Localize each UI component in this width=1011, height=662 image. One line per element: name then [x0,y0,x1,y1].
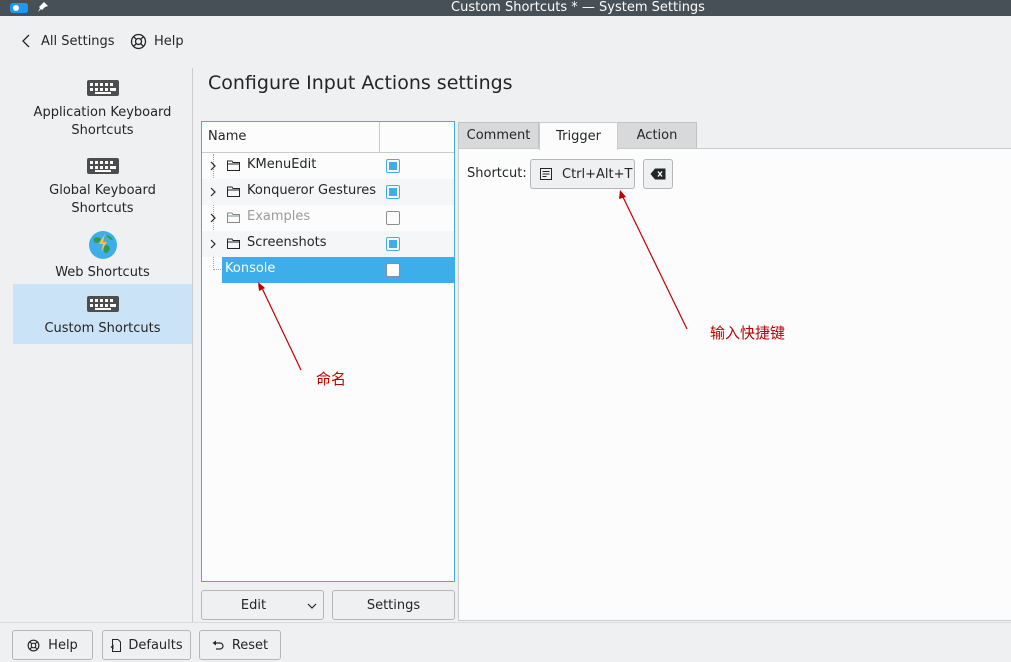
chevron-right-icon[interactable] [209,238,217,250]
enabled-checkbox[interactable] [386,185,400,199]
defaults-button[interactable]: Defaults [102,630,191,660]
shortcut-value: Ctrl+Alt+T [562,166,633,182]
chevron-left-icon [22,34,30,48]
tab-label: Trigger [556,129,601,144]
chevron-down-icon [307,603,317,609]
help-lifebuoy-icon [130,33,147,49]
folder-icon [227,238,240,249]
backspace-icon [650,168,666,180]
keyboard-icon [86,80,119,96]
keyboard-shortcut-icon [540,168,552,180]
document-revert-icon [110,638,122,652]
defaults-button-label: Defaults [128,637,183,653]
tree-row-examples[interactable]: Examples [202,205,454,231]
sidebar: Application Keyboard Shortcuts Global Ke… [13,68,193,348]
edit-button-label: Edit [240,597,267,613]
sidebar-item-custom-shortcuts[interactable]: Custom Shortcuts [13,284,192,344]
enabled-checkbox[interactable] [386,159,400,173]
undo-icon [212,640,224,650]
globe-icon [88,231,117,259]
folder-icon [227,160,240,171]
chevron-right-icon[interactable] [209,160,217,172]
tree-row-label: Konqueror Gestures [247,183,377,198]
help-lifebuoy-icon [27,639,40,651]
tab-label: Action [636,128,678,143]
sidebar-item-label: Custom Shortcuts [44,321,161,336]
tree-header: Name [202,122,454,153]
page-title: Configure Input Actions settings [208,72,513,94]
enabled-checkbox[interactable] [386,263,400,277]
tab-trigger[interactable]: Trigger [539,122,618,150]
annotation-arrow-shortcut [619,190,688,330]
settings-button-label: Settings [366,597,421,613]
clear-shortcut-button[interactable] [643,159,673,189]
folder-icon [227,212,240,223]
tree-row-label: Screenshots [247,235,327,250]
reset-button-label: Reset [231,637,269,653]
sidebar-item-label: Web Shortcuts [55,265,150,280]
tab-comment[interactable]: Comment [458,122,539,149]
footer-divider [0,622,1011,623]
annotation-arrow-name [258,282,302,371]
title-bar: Custom Shortcuts * — System Settings [0,0,1011,16]
shortcut-label: Shortcut: [467,166,527,181]
enabled-checkbox[interactable] [386,211,400,225]
sidebar-item-application-keyboard-shortcuts[interactable]: Application Keyboard Shortcuts [13,78,192,148]
all-settings-button[interactable]: All Settings [20,24,115,58]
chevron-right-icon[interactable] [209,186,217,198]
edit-dropdown-button[interactable]: Edit [201,590,324,620]
column-header-name[interactable]: Name [208,129,246,144]
sidebar-item-label: Application Keyboard [33,105,172,120]
all-settings-label: All Settings [41,33,115,49]
tree-row-kmenuedit[interactable]: KMenuEdit [202,153,454,179]
help-nav-button[interactable]: Help [130,24,184,58]
folder-icon [227,186,240,197]
sidebar-divider [192,68,193,623]
keyboard-icon [86,158,119,174]
reset-button[interactable]: Reset [199,630,281,660]
tree-row-label: Konsole [225,261,276,276]
tab-action[interactable]: Action [617,122,697,149]
tab-label: Comment [466,128,531,143]
tree-row-label: KMenuEdit [247,157,317,172]
window-title: Custom Shortcuts * — System Settings [451,0,705,15]
actions-tree[interactable]: Name KMenuEdit Konqueror Gestures Exampl… [201,121,455,582]
sidebar-item-label: Shortcuts [71,201,134,216]
tree-row-label: Examples [247,209,311,224]
tree-row-konqueror-gestures[interactable]: Konqueror Gestures [202,179,454,205]
keyboard-icon [86,296,119,312]
help-nav-label: Help [154,33,184,49]
help-button[interactable]: Help [12,630,93,660]
annotation-shortcut-note: 输入快捷键 [710,324,786,342]
help-button-label: Help [48,637,78,653]
annotation-name-note: 命名 [316,370,347,388]
sidebar-item-global-keyboard-shortcuts[interactable]: Global Keyboard Shortcuts [13,156,192,226]
sidebar-item-web-shortcuts[interactable]: Web Shortcuts [13,230,192,282]
sidebar-item-label: Global Keyboard [49,183,156,198]
chevron-right-icon[interactable] [209,212,217,224]
column-divider [379,122,380,152]
tree-row-screenshots[interactable]: Screenshots [202,231,454,257]
settings-button[interactable]: Settings [332,590,455,620]
enabled-checkbox[interactable] [386,237,400,251]
trigger-tab-panel [458,148,1011,621]
sidebar-item-label: Shortcuts [71,123,134,138]
shortcut-capture-button[interactable]: Ctrl+Alt+T [530,159,635,189]
